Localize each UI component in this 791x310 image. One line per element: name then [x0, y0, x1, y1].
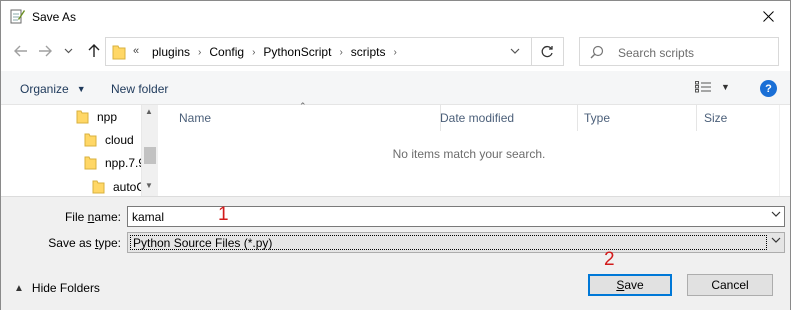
file-name-dropdown[interactable] [771, 210, 781, 221]
hide-folders-label: Hide Folders [31, 281, 100, 295]
organize-label: Organize [20, 82, 69, 96]
notepad-app-icon [9, 8, 25, 24]
folder-icon [112, 44, 126, 63]
save-as-type-dropdown[interactable] [771, 236, 781, 247]
save-as-type-select[interactable]: Python Source Files (*.py) [127, 232, 785, 253]
cancel-button[interactable]: Cancel [687, 274, 773, 296]
scroll-up-icon[interactable]: ▲ [145, 107, 153, 116]
file-list[interactable]: ⌃ Name Date modified Type Size No items … [159, 101, 779, 196]
tree-item-npp-7-9[interactable]: npp.7.9 [84, 156, 145, 170]
chevron-down-icon [771, 237, 781, 243]
tree-item-label: npp.7.9 [105, 156, 146, 170]
window-title: Save As [32, 10, 77, 24]
command-bar: Organize ▼ New folder ▼ ? [1, 71, 790, 105]
chevron-down-icon [510, 48, 520, 54]
refresh-button[interactable] [532, 37, 564, 66]
help-button[interactable]: ? [760, 80, 777, 97]
chevron-right-icon[interactable]: › [339, 47, 342, 58]
scroll-down-icon[interactable]: ▼ [145, 181, 153, 190]
column-header-name[interactable]: Name [171, 105, 441, 131]
back-button[interactable] [12, 41, 30, 61]
column-header-date-modified[interactable]: Date modified [432, 105, 578, 131]
forward-button[interactable] [36, 41, 54, 61]
file-name-label: File name: [64, 210, 121, 224]
tree-item-autoc[interactable]: autoC [92, 180, 145, 194]
chevron-down-icon [771, 211, 781, 217]
tree-item-label: cloud [105, 133, 134, 147]
address-dropdown[interactable] [510, 44, 520, 58]
arrow-right-icon [39, 45, 52, 57]
folder-icon [84, 133, 97, 147]
breadcrumb-pythonscript[interactable]: PythonScript [263, 45, 331, 59]
column-header-label: Size [704, 111, 728, 125]
chevron-down-icon [64, 48, 72, 54]
file-list-scrollbar[interactable] [779, 105, 790, 196]
folder-icon [92, 180, 105, 194]
help-icon: ? [765, 82, 772, 95]
column-header-label: Type [584, 111, 611, 125]
chevron-right-icon[interactable]: › [198, 47, 201, 58]
column-header-label: Name [179, 111, 212, 125]
chevron-right-icon[interactable]: › [252, 47, 255, 58]
column-header-size[interactable]: Size [696, 105, 779, 131]
chevron-up-icon: ▲ [14, 282, 24, 294]
tree-item-cloud[interactable]: cloud [84, 133, 134, 147]
save-as-type-focus: Python Source Files (*.py) [130, 235, 767, 250]
annotation-two: 2 [604, 249, 615, 270]
search-icon [590, 45, 604, 62]
empty-message: No items match your search. [392, 147, 546, 161]
search-placeholder: Search scripts [618, 46, 695, 60]
save-as-dialog: Save As « plugins › Config › PythonScrip… [0, 0, 791, 310]
chevron-right-icon[interactable]: › [393, 47, 396, 58]
breadcrumb-overflow[interactable]: « [133, 45, 139, 57]
save-button[interactable]: Save [588, 274, 672, 296]
close-icon [762, 11, 774, 22]
organize-menu[interactable]: Organize ▼ [20, 82, 86, 96]
search-box[interactable]: Search scripts [579, 37, 779, 66]
address-bar[interactable]: « plugins › Config › PythonScript › scri… [105, 37, 532, 66]
close-button[interactable] [746, 1, 790, 32]
column-header-label: Date modified [440, 111, 515, 125]
navigation-pane: npp cloud npp.7.9 autoC [1, 105, 158, 196]
breadcrumb: plugins › Config › PythonScript › script… [152, 45, 405, 59]
details-view-icon [695, 81, 711, 93]
caret-down-icon: ▼ [721, 82, 730, 92]
recent-locations-button[interactable] [62, 41, 74, 61]
save-as-type-label: Save as type: [48, 236, 121, 250]
tree-item-npp[interactable]: npp [76, 110, 117, 124]
scrollbar-thumb[interactable] [144, 147, 156, 164]
tree-item-label: npp [97, 110, 118, 124]
refresh-icon [541, 45, 553, 58]
arrow-left-icon [14, 45, 27, 57]
breadcrumb-plugins[interactable]: plugins [152, 45, 190, 59]
caret-down-icon: ▼ [76, 84, 86, 94]
title-bar: Save As [1, 1, 790, 32]
hide-folders-button[interactable]: ▲ Hide Folders [14, 281, 100, 295]
annotation-one: 1 [218, 204, 229, 225]
new-folder-button[interactable]: New folder [111, 82, 168, 96]
column-header-type[interactable]: Type [576, 105, 697, 131]
breadcrumb-scripts[interactable]: scripts [351, 45, 386, 59]
save-options-pane: File name: Save as type: Python Source F… [1, 196, 790, 310]
folder-icon [84, 156, 97, 170]
navigation-pane-scrollbar[interactable]: ▲ ▼ [141, 105, 158, 196]
arrow-up-icon [88, 44, 100, 57]
change-view-button[interactable]: ▼ [695, 81, 730, 93]
breadcrumb-config[interactable]: Config [209, 45, 244, 59]
up-button[interactable] [85, 41, 103, 61]
folder-icon [76, 110, 89, 124]
save-as-type-value: Python Source Files (*.py) [133, 236, 273, 250]
